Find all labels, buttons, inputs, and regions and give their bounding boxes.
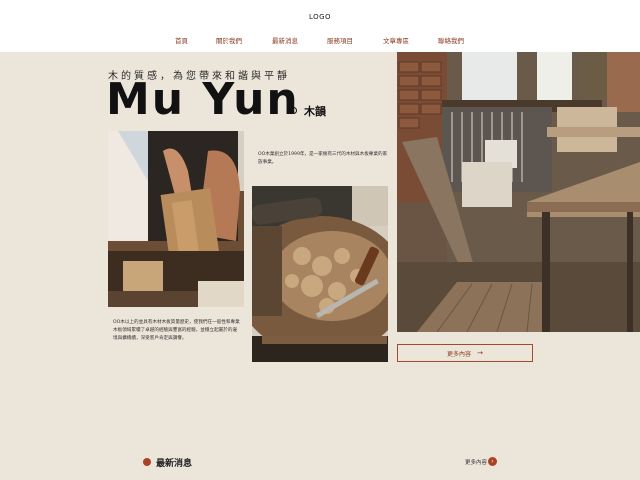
chisel-shavings-photo — [252, 186, 388, 362]
logo[interactable]: LOGO — [0, 13, 640, 21]
main-nav: 首頁 關於我們 最新消息 服務項目 文章專區 聯絡我們 — [0, 35, 640, 47]
woodworking-hands-photo — [108, 131, 244, 307]
nav-item-contact[interactable]: 聯絡我們 — [438, 35, 464, 45]
intro-paragraph-2: OO木以上的並具有木材木板質量歷史，使我們在一般性和專業木板領域累積了卓越的經驗… — [113, 320, 240, 341]
site-header: LOGO 首頁 關於我們 最新消息 服務項目 文章專區 聯絡我們 — [0, 0, 640, 52]
news-bullet-icon — [143, 458, 151, 466]
nav-item-articles[interactable]: 文章專區 — [383, 35, 409, 45]
workshop-photo — [397, 52, 640, 332]
news-section-title: 最新消息 — [156, 459, 193, 469]
intro-paragraph-1: OO木業創立於1999年，是一家擁有三代的木材與木板專業的家族事業。 — [258, 152, 388, 165]
more-content-label: 更多內容 — [447, 350, 472, 358]
news-more-link[interactable]: 更多內容 — [465, 458, 487, 466]
brand-sub: 木韻 — [304, 105, 326, 118]
nav-item-about[interactable]: 關於我們 — [216, 35, 242, 45]
nav-item-services[interactable]: 服務項目 — [327, 35, 353, 45]
more-content-button[interactable]: 更多內容 → — [397, 344, 533, 362]
nav-item-home[interactable]: 首頁 — [175, 35, 188, 45]
arrow-right-icon: → — [477, 349, 483, 357]
chevron-right-icon[interactable]: › — [488, 457, 497, 466]
nav-item-news[interactable]: 最新消息 — [272, 35, 298, 45]
brand-dot — [290, 107, 297, 114]
brand-name: Mu Yun — [106, 74, 300, 125]
